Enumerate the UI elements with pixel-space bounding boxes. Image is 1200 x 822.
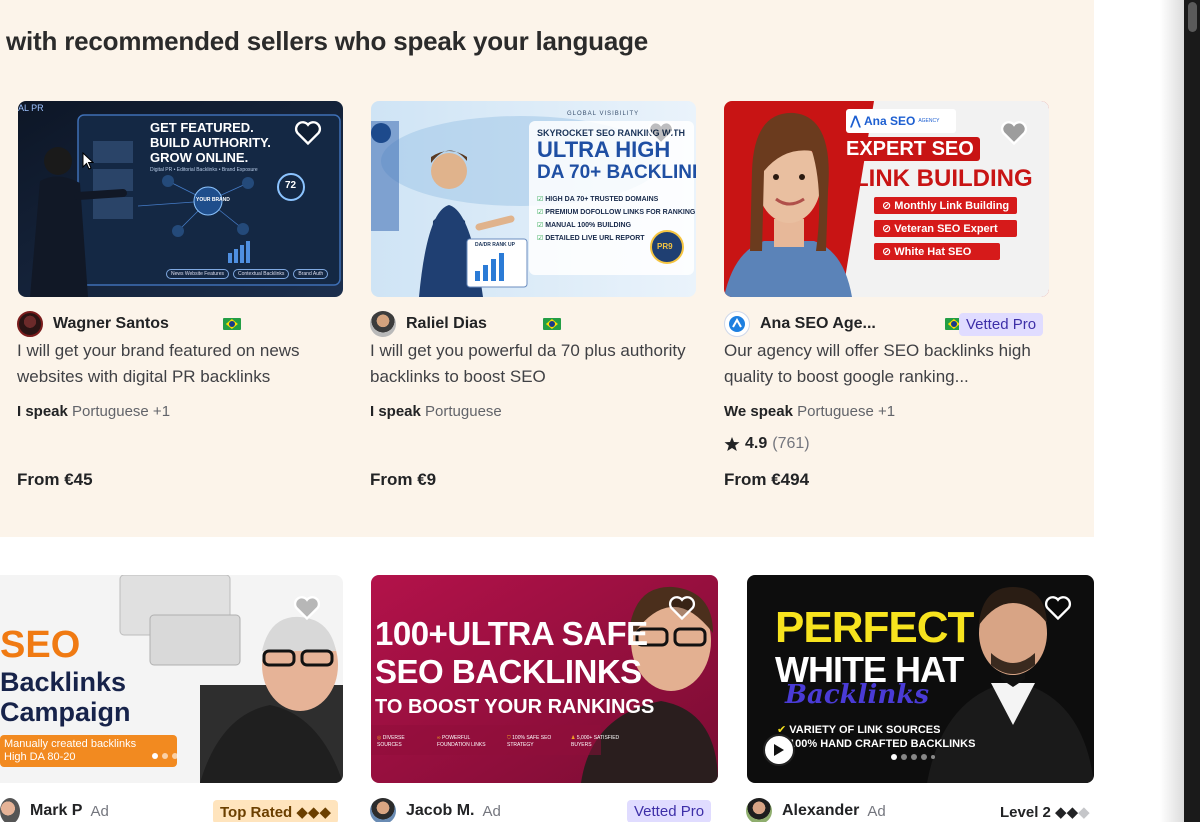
seller-languages: We speak Portuguese +1: [724, 403, 896, 420]
seller-info[interactable]: Jacob M. Ad: [370, 798, 501, 822]
thumb-chip: Contextual Backlinks: [232, 269, 290, 279]
thumb-bullets: ⊘ Monthly Link Building ⊘ Veteran SEO Ex…: [874, 197, 1018, 260]
vetted-pro-badge: Vetted Pro: [959, 313, 1044, 336]
thumb-subline: Digital PR • Editorial Backlinks • Brand…: [150, 167, 258, 173]
thumb-chart-label: DA/DR RANK UP: [475, 242, 515, 248]
gig-thumbnail[interactable]: SEO Backlinks Campaign Manually created …: [0, 575, 343, 783]
seller-name[interactable]: Wagner Santos: [53, 315, 169, 333]
seller-info[interactable]: Mark P Ad: [0, 798, 109, 822]
heart-icon[interactable]: [647, 120, 675, 146]
thumb-headline: DA 70+ BACKLINI: [537, 162, 696, 183]
gig-title[interactable]: I will get your brand featured on news w…: [17, 338, 347, 390]
brazil-flag-icon: [222, 318, 241, 330]
ad-label: Ad: [482, 802, 501, 820]
thumb-subline: ✔ VARIETY OF LINK SOURCES: [777, 724, 941, 736]
vetted-pro-badge: Vetted Pro: [627, 800, 712, 822]
thumb-headline: TO BOOST YOUR RANKINGS: [375, 696, 655, 718]
recommended-sellers-section: with recommended sellers who speak your …: [0, 0, 1094, 537]
seller-info[interactable]: Alexander Ad: [746, 798, 886, 822]
seller-name[interactable]: Ana SEO Age...: [760, 315, 876, 333]
thumb-chip: News Website Features: [166, 269, 229, 279]
heart-icon[interactable]: [1044, 595, 1072, 621]
gig-thumbnail[interactable]: GLOBAL VISIBILITY SKYROCKET SEO RANKING …: [371, 101, 696, 297]
gig-thumbnail[interactable]: AL PR GET FEATURED. BUILD AUTHORITY. GRO…: [18, 101, 343, 297]
thumb-headline: SEO: [0, 624, 81, 666]
gig-title[interactable]: Our agency will offer SEO backlinks high…: [724, 338, 1054, 390]
avatar[interactable]: [370, 311, 396, 337]
heart-icon[interactable]: [294, 120, 322, 146]
thumb-headline: Backlinks: [0, 667, 127, 697]
thumb-headline: 100+ULTRA SAFE: [375, 615, 648, 652]
carousel-dots[interactable]: [891, 754, 935, 760]
seller-info[interactable]: Wagner Santos: [17, 311, 241, 337]
avatar[interactable]: [370, 798, 396, 822]
top-rated-badge: Top Rated ◆◆◆: [213, 800, 338, 822]
seller-name[interactable]: Jacob M.: [406, 802, 474, 820]
brazil-flag-icon: [542, 318, 561, 330]
thumb-chip: Brand Auth: [293, 269, 329, 279]
gig-price[interactable]: From €45: [17, 470, 93, 490]
gig-thumbnail[interactable]: PERFECT WHITE HAT Backlinks ✔ VARIETY OF…: [747, 575, 1094, 783]
thumb-footer: Manually created backlinks High DA 80-20: [4, 738, 137, 763]
thumb-badge: PR9: [657, 242, 673, 251]
thumb-score: 72: [285, 180, 297, 191]
rating-value: 4.9: [745, 435, 768, 452]
mouse-cursor-icon: [82, 152, 94, 170]
thumb-checklist: ☑ HIGH DA 70+ TRUSTED DOMAINS ☑ PREMIUM …: [537, 196, 696, 242]
scrollbar[interactable]: [1184, 0, 1200, 822]
seller-languages: I speak Portuguese: [370, 403, 502, 420]
seller-info[interactable]: Ana SEO Age...: [724, 311, 963, 337]
thumb-headline: PERFECT: [775, 603, 974, 652]
scrollbar-thumb[interactable]: [1188, 2, 1197, 32]
thumb-headline: EXPERT SEO: [840, 137, 980, 161]
window-edge-shadow: [1160, 0, 1184, 822]
thumb-center-label: YOUR BRAND: [196, 197, 230, 203]
seller-name[interactable]: Raliel Dias: [406, 315, 487, 333]
avatar[interactable]: [17, 311, 43, 337]
thumb-headline: GET FEATURED. BUILD AUTHORITY. GROW ONLI…: [150, 120, 271, 165]
gig-price[interactable]: From €9: [370, 470, 436, 490]
thumb-subline: 100% HAND CRAFTED BACKLINKS: [789, 738, 976, 750]
gig-title[interactable]: I will get you powerful da 70 plus autho…: [370, 338, 700, 390]
gig-price[interactable]: From €494: [724, 470, 809, 490]
gig-thumbnail[interactable]: ⋀ Ana SEO AGENCY EXPERT SEO LINK BUILDIN…: [724, 101, 1049, 297]
heart-icon[interactable]: [1000, 120, 1028, 146]
thumb-brand: ⋀ Ana SEO AGENCY: [846, 109, 956, 133]
avatar[interactable]: [746, 798, 772, 822]
thumb-tag: AL PR: [18, 103, 44, 113]
carousel-dots[interactable]: [152, 753, 178, 759]
thumb-headline: Campaign: [0, 697, 131, 727]
seller-info[interactable]: Raliel Dias: [370, 311, 561, 337]
thumb-headline: SEO BACKLINKS: [375, 653, 642, 690]
star-icon: [724, 437, 740, 451]
section-heading: with recommended sellers who speak your …: [6, 26, 649, 56]
avatar[interactable]: [0, 798, 20, 822]
seller-name[interactable]: Alexander: [782, 802, 859, 820]
avatar[interactable]: [724, 311, 750, 337]
thumb-features: ◎ DIVERSE SOURCES ∞ POWERFUL FOUNDATION …: [377, 735, 620, 748]
seller-level: Level 2 ◆◆◆: [1000, 804, 1090, 821]
seller-languages: I speak Portuguese +1: [17, 403, 171, 420]
play-icon[interactable]: [763, 734, 795, 766]
thumb-topline: GLOBAL VISIBILITY: [567, 111, 640, 117]
gig-rating: 4.9 (761): [724, 435, 810, 453]
seller-name[interactable]: Mark P: [30, 802, 82, 820]
heart-icon[interactable]: [293, 595, 321, 621]
thumb-headline: LINK BUILDING: [854, 165, 1033, 192]
gig-thumbnail[interactable]: 100+ULTRA SAFE SEO BACKLINKS TO BOOST YO…: [371, 575, 718, 783]
ad-label: Ad: [867, 802, 886, 820]
ad-label: Ad: [90, 802, 109, 820]
thumb-headline: Backlinks: [785, 680, 929, 710]
heart-icon[interactable]: [668, 595, 696, 621]
review-count: (761): [772, 435, 810, 452]
